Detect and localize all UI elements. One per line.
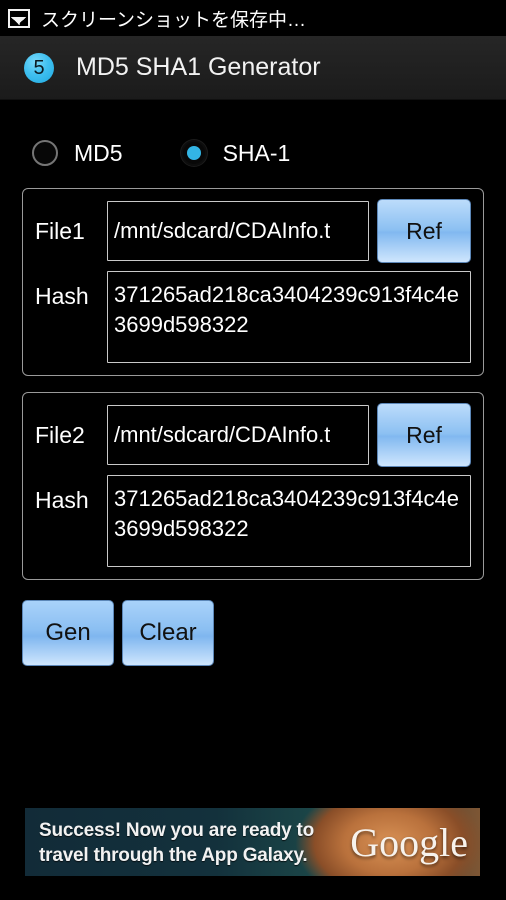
radio-unchecked-icon[interactable] — [32, 140, 58, 166]
file2-ref-button[interactable]: Ref — [377, 403, 471, 467]
ad-text: Success! Now you are ready to travel thr… — [39, 818, 314, 868]
action-button-row: Gen Clear — [22, 600, 506, 666]
file2-path-input[interactable]: /mnt/sdcard/CDAInfo.t — [107, 405, 369, 465]
ad-text-line1: Success! Now you are ready to — [39, 820, 315, 841]
google-ad-banner[interactable]: Success! Now you are ready to travel thr… — [25, 808, 480, 876]
app-badge-5-icon: 5 — [24, 52, 54, 83]
radio-checked-icon[interactable] — [180, 140, 207, 166]
file2-label: File2 — [35, 421, 85, 448]
image-icon — [8, 8, 30, 28]
file2-path-text: /mnt/sdcard/CDAInfo.t — [114, 422, 331, 447]
file2-hash-value[interactable]: 371265ad218ca3404239c913f4c4e3699d598322 — [107, 475, 471, 567]
google-logo: Google — [350, 820, 468, 865]
ad-text-line2: travel through the App Galaxy. — [39, 845, 308, 866]
clear-button[interactable]: Clear — [122, 600, 214, 666]
radio-label-md5: MD5 — [74, 139, 123, 166]
file1-hash-row: Hash 371265ad218ca3404239c913f4c4e3699d5… — [35, 271, 471, 363]
file2-hash-row: Hash 371265ad218ca3404239c913f4c4e3699d5… — [35, 475, 471, 567]
status-bar: スクリーンショットを保存中… — [0, 0, 506, 36]
file1-panel: File1 /mnt/sdcard/CDAInfo.t Ref Hash 371… — [22, 188, 484, 376]
file2-panel: File2 /mnt/sdcard/CDAInfo.t Ref Hash 371… — [22, 392, 484, 580]
app-title: MD5 SHA1 Generator — [76, 53, 321, 81]
file1-path-input[interactable]: /mnt/sdcard/CDAInfo.t — [107, 201, 369, 261]
file1-hash-label: Hash — [35, 283, 89, 309]
algorithm-radio-group: MD5 SHA-1 — [0, 124, 506, 182]
radio-label-sha1: SHA-1 — [222, 139, 291, 166]
file1-path-row: File1 /mnt/sdcard/CDAInfo.t Ref — [35, 199, 471, 263]
file1-ref-button[interactable]: Ref — [377, 199, 471, 263]
radio-option-md5[interactable]: MD5 — [32, 140, 123, 167]
status-bar-text: スクリーンショットを保存中… — [41, 9, 307, 31]
file1-path-text: /mnt/sdcard/CDAInfo.t — [114, 218, 331, 243]
main-content: MD5 SHA-1 File1 /mnt/sdcard/CDAInfo.t Re… — [0, 124, 506, 666]
action-bar: 5 MD5 SHA1 Generator — [0, 36, 506, 100]
file2-hash-label: Hash — [35, 487, 89, 513]
gen-button[interactable]: Gen — [22, 600, 114, 666]
file1-label: File1 — [35, 217, 85, 244]
radio-option-sha1[interactable]: SHA-1 — [180, 139, 291, 167]
file2-path-row: File2 /mnt/sdcard/CDAInfo.t Ref — [35, 403, 471, 467]
file1-hash-value[interactable]: 371265ad218ca3404239c913f4c4e3699d598322 — [107, 271, 471, 363]
